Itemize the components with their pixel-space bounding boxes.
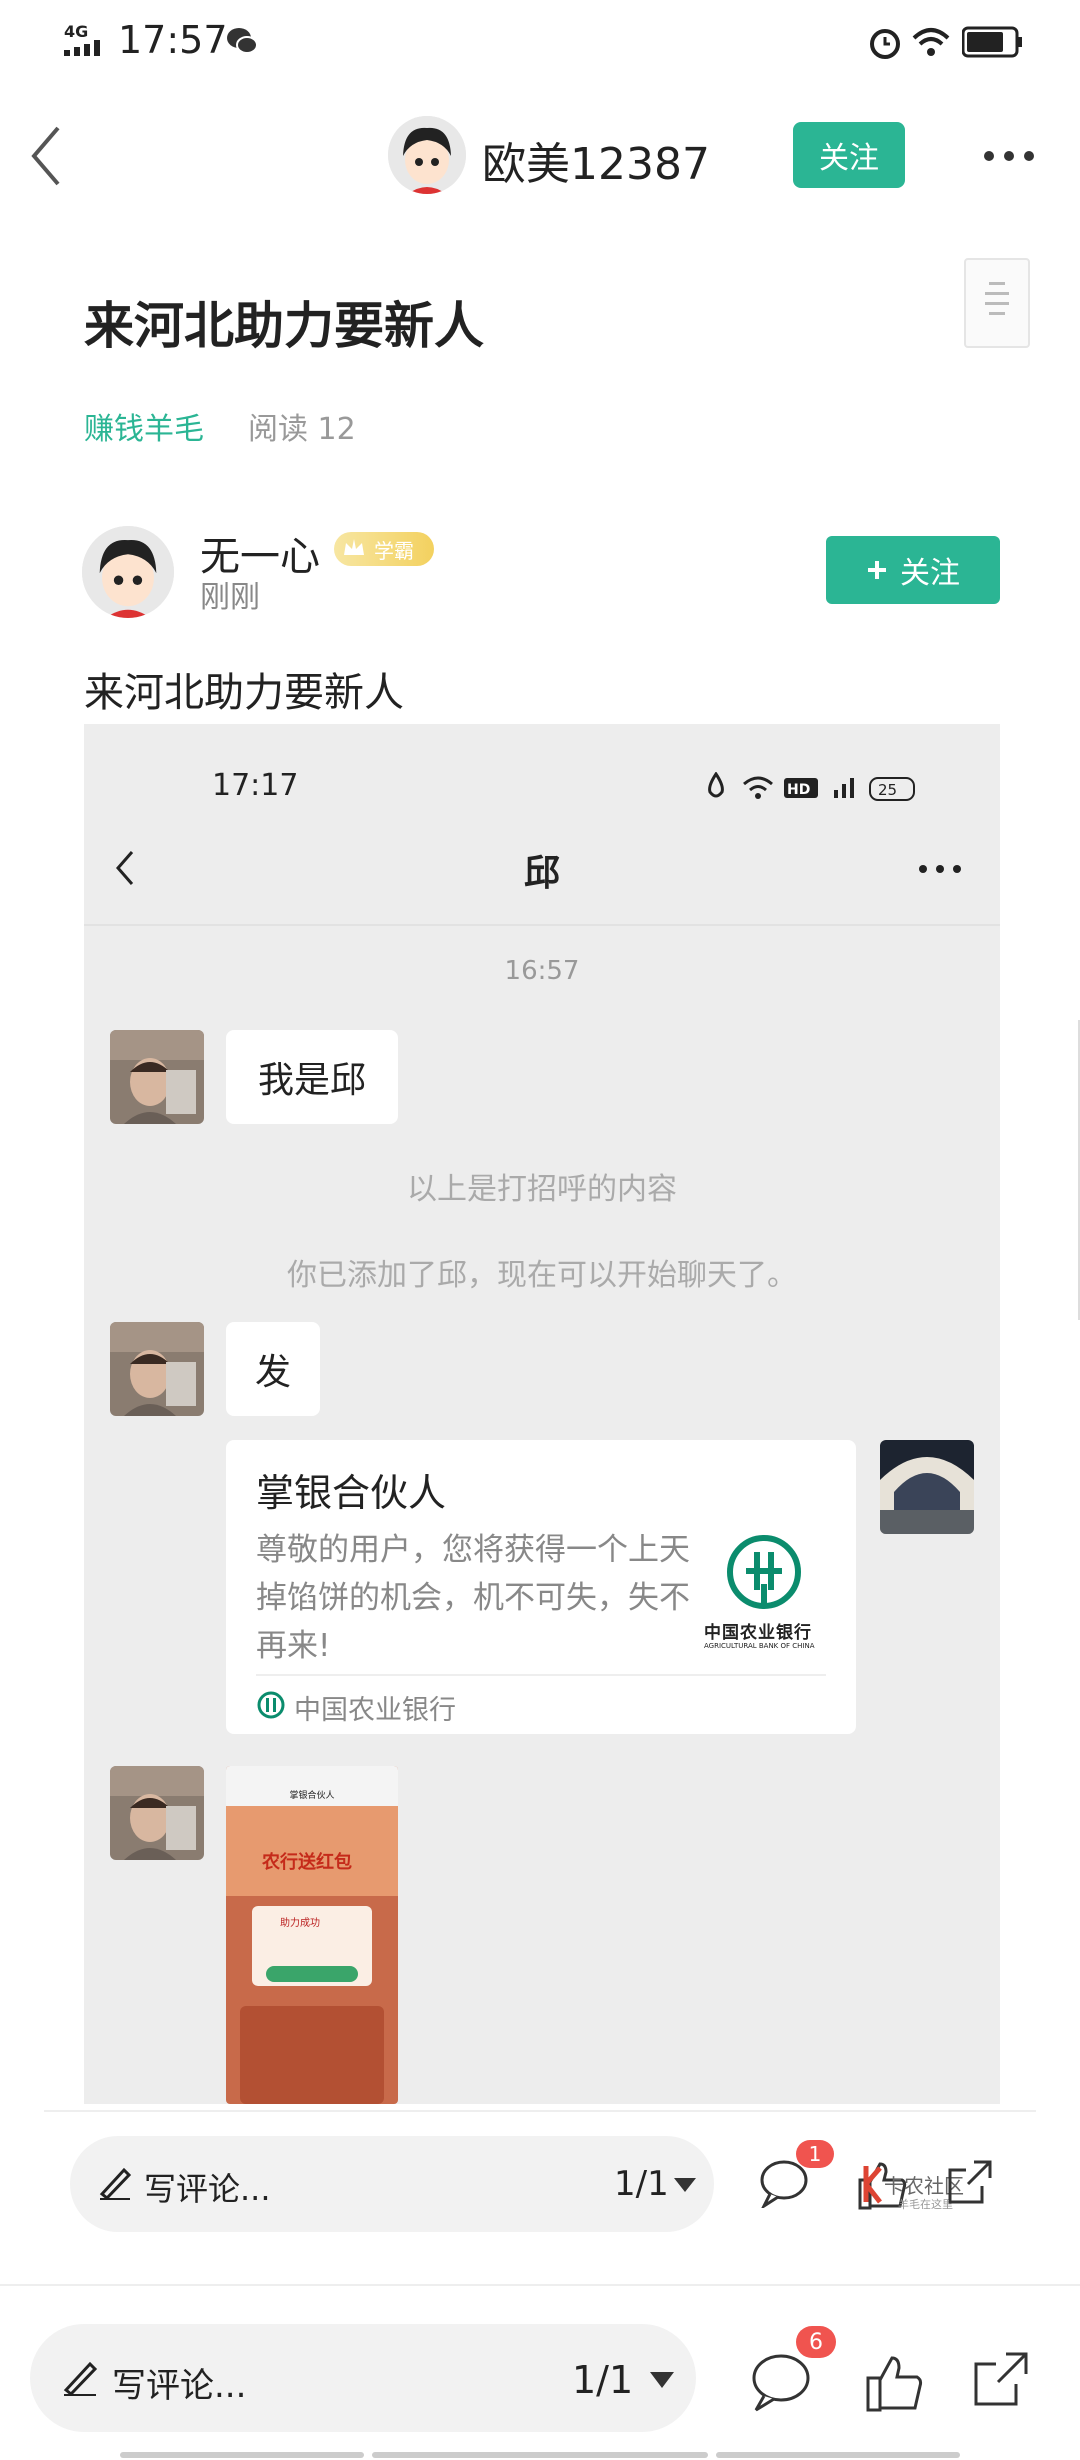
wifi-icon	[912, 26, 950, 58]
abc-logo-icon	[726, 1534, 802, 1610]
more-icon[interactable]	[982, 148, 1036, 164]
comment-placeholder: 写评论...	[144, 2170, 271, 2208]
share-icon[interactable]	[944, 2156, 996, 2208]
image-button	[266, 1966, 358, 1982]
network-indicator: 4G	[64, 22, 89, 41]
home-indicator	[372, 2452, 708, 2458]
comment-input[interactable]: 写评论... 1/1	[70, 2136, 714, 2232]
image-top-title: 掌银合伙人	[289, 1791, 335, 1801]
comment-icon[interactable]	[750, 2352, 812, 2412]
image-popup-text: 助力成功	[280, 1918, 320, 1929]
share-icon[interactable]	[970, 2348, 1032, 2410]
post-title: 来河北助力要新人	[84, 297, 484, 355]
chat-avatar	[110, 1030, 204, 1124]
message-bubble: 发	[226, 1322, 320, 1416]
shot-status-icons: HD 25	[704, 772, 934, 802]
author-badge: 学霸	[334, 532, 434, 566]
comment-count-badge: 6	[796, 2326, 836, 2358]
author-time: 刚刚	[200, 580, 260, 615]
dropdown-icon[interactable]	[650, 2372, 674, 2388]
home-indicator	[120, 2452, 364, 2458]
svg-text:HD: HD	[787, 782, 810, 798]
comment-pager[interactable]: 1/1	[572, 2358, 633, 2402]
dropdown-icon[interactable]	[674, 2178, 696, 2192]
image-list	[240, 2006, 384, 2104]
signal-icon	[64, 40, 114, 56]
chat-avatar	[110, 1766, 204, 1860]
shot-timestamp: 16:57	[504, 956, 580, 986]
comment-count-badge: 1	[796, 2140, 834, 2168]
card-bank-en: AGRICULTURAL BANK OF CHINA	[704, 1642, 815, 1650]
sender-avatar	[880, 1440, 974, 1534]
shot-more-icon	[918, 864, 962, 874]
read-count: 阅读 12	[248, 412, 356, 447]
plus-icon	[866, 559, 888, 581]
image-banner: 农行送红包	[262, 1852, 352, 1873]
card-bank-name: 中国农业银行	[704, 1623, 812, 1643]
bar-divider	[0, 2284, 1080, 2286]
home-indicator	[716, 2452, 960, 2458]
bar-divider	[44, 2110, 1036, 2112]
pen-icon	[98, 2164, 132, 2200]
card-divider	[256, 1674, 826, 1676]
alarm-icon	[868, 26, 902, 60]
outline-toggle[interactable]	[964, 258, 1030, 348]
message-bubble: 我是邱	[226, 1030, 398, 1124]
comment-input[interactable]: 写评论... 1/1	[30, 2324, 696, 2432]
post-body: 来河北助力要新人	[84, 670, 404, 716]
header-avatar[interactable]	[388, 116, 466, 194]
shot-battery-level: 25	[878, 781, 897, 799]
chat-avatar	[110, 1322, 204, 1416]
system-message: 你已添加了邱，现在可以开始聊天了。	[287, 1258, 797, 1293]
card-title: 掌银合伙人	[256, 1471, 447, 1515]
shot-chat-title: 邱	[523, 853, 560, 894]
system-message: 以上是打招呼的内容	[407, 1172, 677, 1207]
like-icon[interactable]	[866, 2354, 924, 2412]
author-avatar[interactable]	[82, 526, 174, 618]
author-follow-button[interactable]: 关注	[826, 536, 1000, 604]
author-badge-label: 学霸	[374, 538, 414, 563]
image-message: 掌银合伙人 农行送红包 助力成功	[226, 1766, 398, 2104]
comment-pager[interactable]: 1/1	[614, 2164, 669, 2204]
header-username[interactable]: 欧美12387	[482, 128, 710, 192]
card-description: 尊敬的用户，您将获得一个上天掉馅饼的机会，机不可失，失不再来!	[256, 1532, 690, 1664]
post-image[interactable]: 17:17 HD 25 邱 16:57 我是邱 以上是打招呼的内容 你已添加了邱…	[84, 724, 1000, 2104]
watermark-logo-icon	[862, 2164, 884, 2204]
shot-divider	[84, 924, 1000, 926]
battery-icon	[962, 26, 1024, 58]
header-follow-button[interactable]: 关注	[793, 122, 905, 188]
link-card: 掌银合伙人 尊敬的用户，您将获得一个上天掉馅饼的机会，机不可失，失不再来! 中国…	[226, 1440, 856, 1734]
author-follow-label: 关注	[900, 556, 960, 591]
comment-placeholder: 写评论...	[112, 2366, 247, 2406]
card-source: 中国农业银行	[294, 1695, 456, 1726]
crown-icon	[342, 537, 366, 559]
back-icon[interactable]	[28, 124, 64, 188]
shot-status-time: 17:17	[212, 768, 299, 803]
pen-icon	[62, 2358, 98, 2396]
status-time: 17:57	[118, 18, 228, 62]
abc-small-icon	[256, 1690, 286, 1720]
post-tag[interactable]: 赚钱羊毛	[84, 404, 204, 448]
wechat-icon	[226, 26, 258, 56]
